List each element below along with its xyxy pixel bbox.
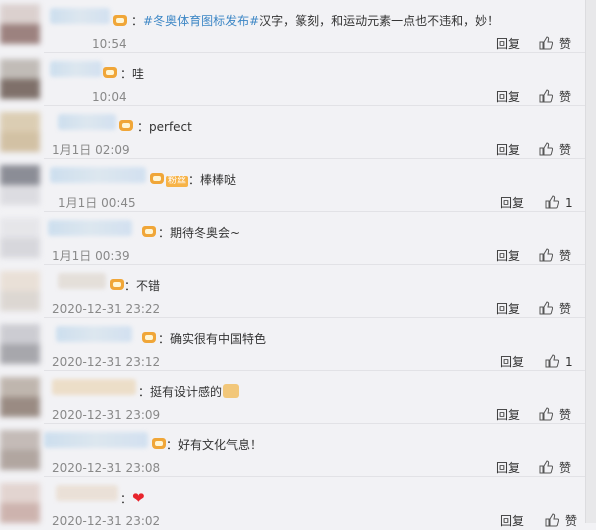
comment-list: ：#冬奥体育图标发布#汉字，篆刻，和运动元素一点也不违和，妙！ 10:54 回复… [0,0,586,528]
comment-text: ：确实很有中国特色 [158,332,267,346]
avatar[interactable] [0,430,40,470]
username[interactable] [48,220,132,236]
reply-button[interactable]: 回复 [500,514,524,528]
comment-item: ：期待冬奥会~ 1月1日 00:39 回复 赞 [0,212,586,265]
comment-text: ：❤ [120,489,145,507]
reply-button[interactable]: 回复 [496,90,520,104]
username[interactable] [50,8,110,24]
comment-text: ：挺有设计感的 [138,384,240,400]
vip-badge-icon [142,330,158,343]
clap-emoji-icon [223,384,240,398]
comment-time: 2020-12-31 23:08 [52,461,161,475]
like-count: 1 [565,196,573,210]
like-button[interactable]: 1 [545,195,573,211]
comment-text: ：perfect [137,120,192,134]
comment-item: 粉丝 ：棒棒哒 1月1日 00:45 回复 1 [0,159,586,212]
like-button[interactable]: 赞 [545,513,577,529]
reply-button[interactable]: 回复 [500,196,524,210]
fan-tag: 粉丝 [166,176,189,187]
thumbs-up-icon [539,460,553,474]
username[interactable] [58,273,106,289]
vip-badge-icon [150,171,166,184]
reply-button[interactable]: 回复 [496,37,520,51]
avatar[interactable] [0,483,40,523]
comment-time: 1月1日 00:45 [58,196,136,210]
vip-badge-icon [119,118,135,131]
reply-button[interactable]: 回复 [496,302,520,316]
comment-item: ：perfect 1月1日 02:09 回复 赞 [0,106,586,159]
comment-item: ：好有文化气息！ 2020-12-31 23:08 回复 赞 [0,424,586,477]
like-count: 1 [565,355,573,369]
thumbs-up-icon [539,301,553,315]
heart-emoji-icon: ❤ [132,489,145,507]
comment-item: ：不错 2020-12-31 23:22 回复 赞 [0,265,586,318]
comment-item: ：挺有设计感的 2020-12-31 23:09 回复 赞 [0,371,586,424]
comment-item: ：哇 10:04 回复 赞 [0,53,586,106]
username[interactable] [50,167,146,183]
username[interactable] [50,61,102,77]
like-button[interactable]: 赞 [539,36,571,52]
username[interactable] [56,326,132,342]
like-button[interactable]: 赞 [539,89,571,105]
comment-text: ：不错 [124,279,161,293]
comment-time: 2020-12-31 23:22 [52,302,161,316]
thumbs-up-icon [539,142,553,156]
comment-time: 1月1日 02:09 [52,143,130,157]
comment-text: ：好有文化气息！ [166,438,263,452]
username[interactable] [52,379,136,395]
avatar[interactable] [0,112,40,152]
scrollbar[interactable] [585,0,596,523]
username[interactable] [44,432,148,448]
topic-link[interactable]: #冬奥体育图标发布# [143,14,259,28]
comment-time: 10:04 [92,90,127,104]
comment-time: 10:54 [92,37,127,51]
comment-time: 2020-12-31 23:09 [52,408,161,422]
vip-badge-icon [113,13,129,26]
reply-button[interactable]: 回复 [496,249,520,263]
avatar[interactable] [0,4,40,44]
username[interactable] [58,114,116,130]
reply-button[interactable]: 回复 [500,355,524,369]
like-button[interactable]: 赞 [539,301,571,317]
like-button[interactable]: 赞 [539,142,571,158]
reply-button[interactable]: 回复 [496,461,520,475]
avatar[interactable] [0,218,40,258]
thumbs-up-icon [545,195,559,209]
comment-text: ：期待冬奥会~ [158,226,241,240]
comment-time: 2020-12-31 23:12 [52,355,161,369]
thumbs-up-icon [545,354,559,368]
reply-button[interactable]: 回复 [496,408,520,422]
comment-time: 2020-12-31 23:02 [52,514,161,528]
thumbs-up-icon [539,407,553,421]
comment-text: ：哇 [120,67,145,81]
thumbs-up-icon [539,89,553,103]
reply-button[interactable]: 回复 [496,143,520,157]
avatar[interactable] [0,271,40,311]
like-button[interactable]: 1 [545,354,573,370]
comment-time: 1月1日 00:39 [52,249,130,263]
like-button[interactable]: 赞 [539,248,571,264]
comment-item: ：#冬奥体育图标发布#汉字，篆刻，和运动元素一点也不违和，妙！ 10:54 回复… [0,0,586,53]
avatar[interactable] [0,59,40,99]
like-button[interactable]: 赞 [539,407,571,423]
avatar[interactable] [0,324,40,364]
thumbs-up-icon [545,513,559,527]
thumbs-up-icon [539,36,553,50]
thumbs-up-icon [539,248,553,262]
comment-item: ：确实很有中国特色 2020-12-31 23:12 回复 1 [0,318,586,371]
avatar[interactable] [0,165,40,205]
like-button[interactable]: 赞 [539,460,571,476]
vip-badge-icon [103,65,119,78]
comment-text: 粉丝 ：棒棒哒 [166,173,237,187]
vip-badge-icon [142,224,158,237]
comment-item: ：❤ 2020-12-31 23:02 回复 赞 [0,477,586,530]
username[interactable] [56,485,118,501]
avatar[interactable] [0,377,40,417]
comment-text: ：#冬奥体育图标发布#汉字，篆刻，和运动元素一点也不违和，妙！ [131,14,500,28]
